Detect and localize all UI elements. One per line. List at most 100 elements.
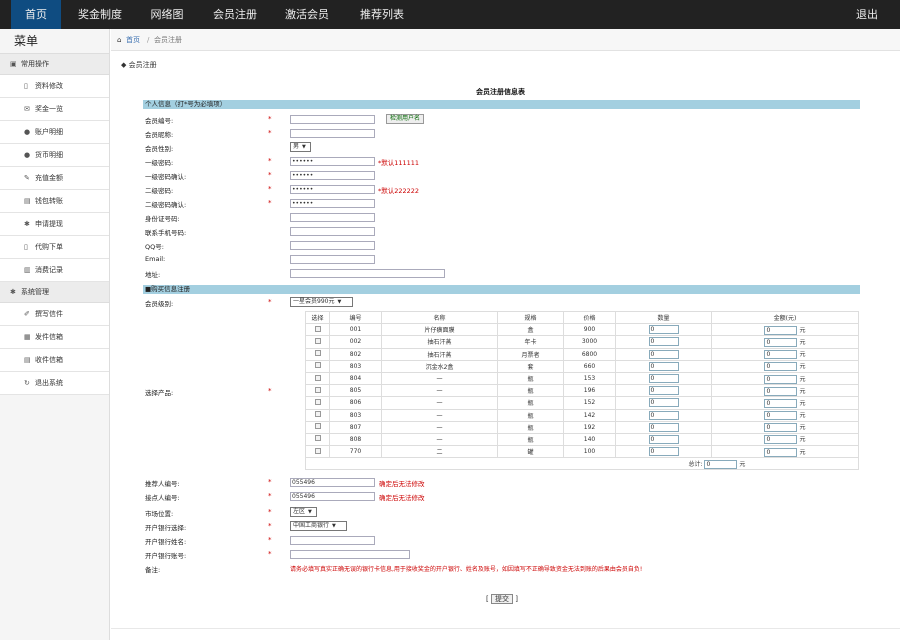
quantity-input[interactable]: 0 [648, 325, 679, 335]
bank-name-input[interactable] [290, 536, 375, 545]
select-checkbox[interactable] [314, 362, 321, 369]
nav-home[interactable]: 首页 [11, 0, 61, 29]
nav-activate-member[interactable]: 激活会员 [277, 0, 337, 29]
quantity-input[interactable]: 0 [648, 361, 679, 371]
sidebar-item-account-details[interactable]: ● 账户明细 [0, 121, 109, 144]
quantity-input[interactable]: 0 [648, 447, 679, 457]
select-checkbox[interactable] [314, 435, 321, 442]
referrer-note: 确定后无法修改 [379, 480, 425, 488]
idcard-input[interactable] [290, 213, 375, 222]
amount-input[interactable]: 0 [764, 362, 798, 372]
quantity-input[interactable]: 0 [648, 398, 679, 408]
pwd2-input[interactable]: •••••• [290, 185, 375, 194]
sidebar-item-inbox[interactable]: ▤ 收件信箱 [0, 349, 109, 372]
amount-input[interactable]: 0 [764, 423, 798, 433]
bank-select[interactable]: 中国工商银行 [290, 521, 347, 531]
amount-input[interactable]: 0 [764, 398, 798, 408]
select-checkbox[interactable] [314, 337, 321, 344]
quantity-input[interactable]: 0 [648, 410, 679, 420]
pwd1-input[interactable]: •••••• [290, 157, 375, 166]
nav-member-register[interactable]: 会员注册 [205, 0, 265, 29]
sidebar-item-recharge[interactable]: ✎ 充值金额 [0, 167, 109, 190]
sidebar-group-system[interactable]: ✱ 系统管理 [0, 282, 109, 303]
email-input[interactable] [290, 255, 375, 264]
market-select[interactable]: 左区 [290, 507, 317, 517]
sidebar-item-label: 资料修改 [35, 82, 63, 90]
select-checkbox[interactable] [314, 398, 321, 405]
total-amount-input[interactable]: 0 [704, 459, 738, 469]
select-checkbox[interactable] [314, 350, 321, 357]
cell-code: 001 [329, 323, 382, 337]
nickname-input[interactable] [290, 129, 375, 138]
quantity-input[interactable]: 0 [648, 374, 679, 384]
amount-input[interactable]: 0 [764, 337, 798, 347]
breadcrumb-home-link[interactable]: 首页 [126, 29, 140, 51]
amount-input[interactable]: 0 [764, 411, 798, 421]
table-row: 803 一瓶 142 0 0 元 [305, 408, 859, 422]
member-id-input[interactable] [290, 115, 375, 124]
unit-label: 元 [799, 387, 806, 395]
sidebar-item-outbox[interactable]: ▦ 发件信箱 [0, 326, 109, 349]
select-checkbox[interactable] [314, 423, 321, 430]
amount-input[interactable]: 0 [764, 447, 798, 457]
quantity-input[interactable]: 0 [648, 337, 679, 347]
dashboard-icon: ▣ [10, 60, 17, 68]
phone-label: 联系手机号码: [145, 229, 187, 237]
cell-spec: 套 [497, 359, 564, 373]
sidebar-item-withdraw[interactable]: ✱ 申请提现 [0, 213, 109, 236]
sidebar-item-bonus-overview[interactable]: ✉ 奖金一览 [0, 98, 109, 121]
nav-bonus-system[interactable]: 奖金制度 [71, 0, 129, 29]
pwd1-confirm-input[interactable]: •••••• [290, 171, 375, 180]
sidebar-item-consumption[interactable]: ▥ 消费记录 [0, 259, 109, 282]
select-checkbox[interactable] [314, 386, 321, 393]
qq-input[interactable] [290, 241, 375, 250]
sidebar-item-edit-profile[interactable]: ▯ 资料修改 [0, 75, 109, 98]
cell-name: 一 [381, 396, 498, 410]
check-username-button[interactable]: 检测用户名 [386, 114, 425, 124]
sidebar-item-wallet-transfer[interactable]: ▤ 钱包转账 [0, 190, 109, 213]
section-purchase-info: ■购买信息注册 [143, 285, 860, 294]
nav-referral-list[interactable]: 推荐列表 [351, 0, 413, 29]
quantity-input[interactable]: 0 [648, 349, 679, 359]
gender-select[interactable]: 男 [290, 142, 311, 152]
sidebar-item-currency-details[interactable]: ● 货币明细 [0, 144, 109, 167]
required-mark: * [268, 199, 272, 207]
column-header: 编号 [329, 310, 382, 325]
nav-network-map[interactable]: 网络图 [141, 0, 193, 29]
phone-input[interactable] [290, 227, 375, 236]
bank-account-input[interactable] [290, 550, 410, 559]
quantity-input[interactable]: 0 [648, 386, 679, 396]
tag-icon: ◆ [121, 61, 127, 69]
placer-input[interactable]: 055496 [290, 492, 375, 501]
logout-button[interactable]: 退出 [848, 0, 886, 29]
column-header: 名称 [381, 310, 498, 325]
cell-spec: 瓶 [497, 420, 564, 434]
page-title: ◆ 会员注册 [121, 60, 157, 70]
amount-input[interactable]: 0 [764, 374, 798, 384]
sidebar-group-common[interactable]: ▣ 常用操作 [0, 54, 109, 75]
select-checkbox[interactable] [314, 325, 321, 332]
sidebar-item-compose[interactable]: ✐ 撰写信件 [0, 303, 109, 326]
select-checkbox[interactable] [314, 447, 321, 454]
quantity-input[interactable]: 0 [648, 434, 679, 444]
referrer-input[interactable]: 055496 [290, 478, 375, 487]
table-row: 807 一瓶 192 0 0 元 [305, 420, 859, 434]
amount-input[interactable]: 0 [764, 325, 798, 335]
address-input[interactable] [290, 269, 445, 278]
pwd1-label: 一级密码: [145, 159, 174, 167]
cell-code: 770 [329, 445, 382, 459]
select-checkbox[interactable] [314, 411, 321, 418]
column-header: 金额(元) [711, 310, 859, 325]
amount-input[interactable]: 0 [764, 386, 798, 396]
required-mark: * [268, 478, 272, 486]
member-level-select[interactable]: 一星会员990元 [290, 297, 353, 307]
sidebar-item-logout[interactable]: ↻ 退出系统 [0, 372, 109, 395]
submit-button[interactable]: 提交 [490, 594, 513, 604]
sidebar-item-proxy-order[interactable]: ▯ 代购下单 [0, 236, 109, 259]
amount-input[interactable]: 0 [764, 435, 798, 445]
bank-name-label: 开户银行姓名: [145, 538, 187, 546]
quantity-input[interactable]: 0 [648, 422, 679, 432]
amount-input[interactable]: 0 [764, 350, 798, 360]
select-checkbox[interactable] [314, 374, 321, 381]
pwd2-confirm-input[interactable]: •••••• [290, 199, 375, 208]
